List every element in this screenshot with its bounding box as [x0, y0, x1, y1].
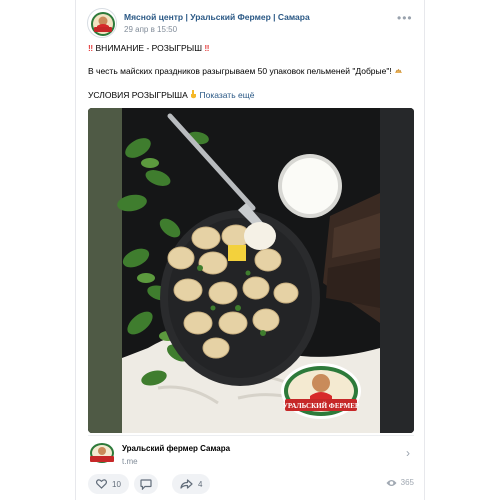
comment-button[interactable]	[134, 474, 158, 494]
heart-icon	[96, 479, 107, 489]
pierogi-icon	[395, 68, 403, 73]
link-url: t.me	[122, 457, 138, 466]
community-avatar[interactable]	[87, 8, 117, 38]
post-author-link[interactable]: Мясной центр | Уральский Фермер | Самара	[124, 12, 310, 22]
avatar-logo	[89, 10, 116, 37]
post-headline-line: ‼ ВНИМАНИЕ - РОЗЫГРЫШ ‼	[88, 43, 210, 53]
post-date[interactable]: 29 апр в 15:50	[124, 25, 177, 34]
post-body-line: В честь майских праздников разыгрываем 5…	[88, 66, 403, 76]
chevron-right-icon: ›	[406, 446, 410, 460]
post-body: В честь майских праздников разыгрываем 5…	[88, 66, 392, 76]
double-exclamation-icon: ‼	[88, 43, 94, 53]
post-actions: 10 4 365	[88, 474, 414, 494]
post-conditions: УСЛОВИЯ РОЗЫГРЫША	[88, 90, 188, 100]
views-count: 365	[400, 478, 414, 487]
double-exclamation-icon: ‼	[204, 43, 210, 53]
share-icon	[180, 479, 193, 489]
brand-logo: УРАЛЬСКИЙ ФЕРМЕР	[281, 363, 361, 419]
share-button[interactable]: 4	[172, 474, 211, 494]
like-count: 10	[112, 479, 121, 489]
post-conditions-line: УСЛОВИЯ РОЗЫГРЫША Показать ещё	[88, 90, 254, 100]
pointing-down-icon	[191, 90, 197, 99]
like-button[interactable]: 10	[88, 474, 129, 494]
link-title: Уральский фермер Самара	[122, 444, 231, 453]
link-thumbnail	[88, 441, 116, 467]
more-icon[interactable]: •••	[397, 12, 412, 24]
show-more-link[interactable]: Показать ещё	[199, 90, 254, 100]
post-headline: ВНИМАНИЕ - РОЗЫГРЫШ	[95, 43, 202, 53]
dumplings-photo: УРАЛЬСКИЙ ФЕРМЕР	[88, 108, 414, 433]
link-logo-icon	[90, 443, 114, 463]
svg-text:УРАЛЬСКИЙ ФЕРМЕР: УРАЛЬСКИЙ ФЕРМЕР	[283, 402, 360, 410]
post-photo[interactable]: УРАЛЬСКИЙ ФЕРМЕР	[88, 108, 414, 433]
post-header: Мясной центр | Уральский Фермер | Самара…	[87, 8, 417, 40]
views-counter: 365	[386, 478, 414, 487]
comment-icon	[140, 478, 152, 490]
eye-icon	[386, 479, 397, 486]
share-count: 4	[198, 479, 203, 489]
link-card[interactable]: Уральский фермер Самара t.me ›	[88, 435, 414, 471]
post-card: Мясной центр | Уральский Фермер | Самара…	[75, 0, 425, 500]
